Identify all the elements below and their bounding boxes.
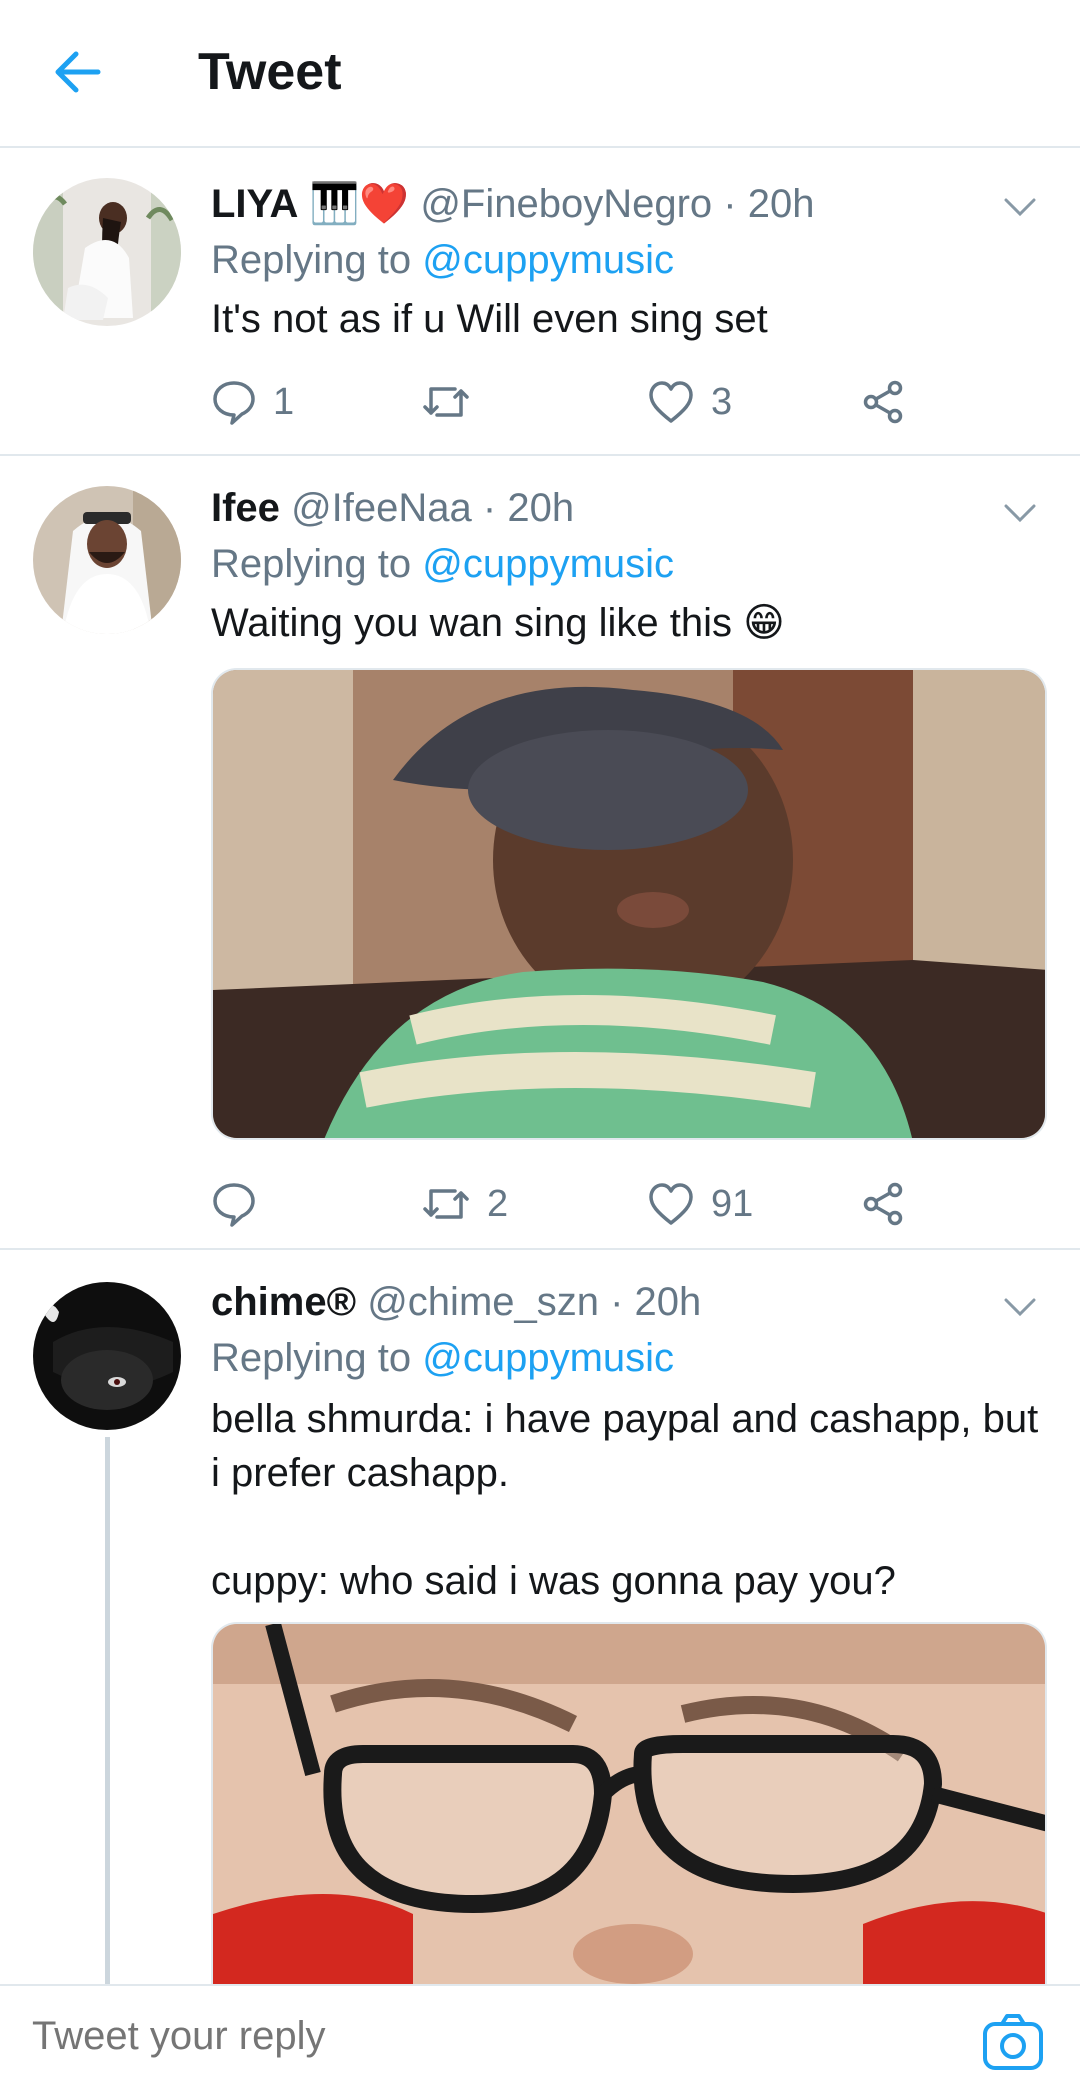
- like-count: 91: [711, 1182, 754, 1225]
- display-name[interactable]: chime®: [211, 1280, 356, 1324]
- camera-icon[interactable]: [982, 2012, 1044, 2072]
- avatar[interactable]: [33, 486, 181, 634]
- retweet-icon: [423, 1189, 469, 1219]
- reply-button[interactable]: [211, 1174, 273, 1234]
- page-title: Tweet: [198, 43, 342, 101]
- back-arrow-icon[interactable]: [46, 40, 110, 104]
- reply-composer-bar: [0, 1984, 1080, 2083]
- tweet-text-line: i prefer cashapp.: [211, 1451, 509, 1495]
- user-handle[interactable]: @FineboyNegro: [420, 182, 712, 226]
- chevron-down-icon[interactable]: [1000, 186, 1040, 226]
- like-button[interactable]: 3: [647, 372, 732, 432]
- reply-input[interactable]: [32, 2014, 932, 2059]
- reply-icon: [213, 1183, 255, 1227]
- tweet-reply[interactable]: Ifee @IfeeNaa · 20h Replying to @cuppymu…: [0, 456, 1080, 1250]
- tweet-reply[interactable]: chime® @chime_szn · 20h Replying to @cup…: [0, 1250, 1080, 1984]
- reply-count: 1: [273, 380, 295, 423]
- retweet-button[interactable]: [421, 372, 487, 432]
- replying-to-link[interactable]: @cuppymusic: [422, 238, 674, 282]
- tweet-text: Waiting you wan sing like this 😁: [211, 596, 785, 650]
- timestamp[interactable]: · 20h: [610, 1280, 701, 1324]
- display-name[interactable]: Ifee: [211, 486, 280, 530]
- replying-label: Replying to: [211, 542, 412, 586]
- tweet-text-line: cuppy: who said i was gonna pay you?: [211, 1559, 896, 1603]
- chevron-down-icon[interactable]: [1000, 492, 1040, 532]
- replying-label: Replying to: [211, 1336, 412, 1380]
- chevron-down-icon[interactable]: [1000, 1286, 1040, 1326]
- replying-to-link[interactable]: @cuppymusic: [422, 1336, 674, 1380]
- tweet-text: It's not as if u Will even sing set: [211, 297, 768, 341]
- tweet-media-image[interactable]: [211, 1622, 1047, 1984]
- reply-button[interactable]: 1: [211, 372, 294, 432]
- heart-icon: [649, 1183, 693, 1225]
- share-button[interactable]: [861, 372, 907, 432]
- share-icon: [863, 1182, 903, 1226]
- timestamp[interactable]: · 20h: [723, 182, 814, 226]
- grin-emoji: 😁: [743, 601, 785, 645]
- heart-icon: [649, 381, 693, 423]
- like-button[interactable]: 91: [647, 1174, 753, 1234]
- retweet-icon: [423, 387, 469, 417]
- tweet-actions: 1 3: [211, 372, 1031, 432]
- tweet-text-content: Waiting you wan sing like this: [211, 601, 732, 645]
- share-icon: [863, 380, 903, 424]
- replying-label: Replying to: [211, 238, 412, 282]
- avatar[interactable]: [33, 178, 181, 326]
- share-button[interactable]: [861, 1174, 907, 1234]
- top-bar: Tweet: [0, 0, 1080, 148]
- user-handle[interactable]: @IfeeNaa: [291, 486, 472, 530]
- tweet-actions: 2 91: [211, 1174, 1031, 1234]
- timestamp[interactable]: · 20h: [483, 486, 574, 530]
- reply-icon: [213, 381, 255, 425]
- avatar[interactable]: [33, 1282, 181, 1430]
- thread-connector-line: [105, 1437, 110, 1984]
- tweet-text-line: bella shmurda: i have paypal and cashapp…: [211, 1397, 1039, 1441]
- like-count: 3: [711, 380, 733, 423]
- name-emoji: 🎹❤️: [309, 182, 410, 226]
- retweet-button[interactable]: 2: [421, 1174, 508, 1234]
- retweet-count: 2: [487, 1182, 509, 1225]
- replying-to-link[interactable]: @cuppymusic: [422, 542, 674, 586]
- tweet-reply[interactable]: LIYA 🎹❤️ @FineboyNegro · 20h Replying to…: [0, 148, 1080, 456]
- user-handle[interactable]: @chime_szn: [367, 1280, 599, 1324]
- tweet-media-image[interactable]: [211, 668, 1047, 1140]
- display-name[interactable]: LIYA: [211, 182, 298, 226]
